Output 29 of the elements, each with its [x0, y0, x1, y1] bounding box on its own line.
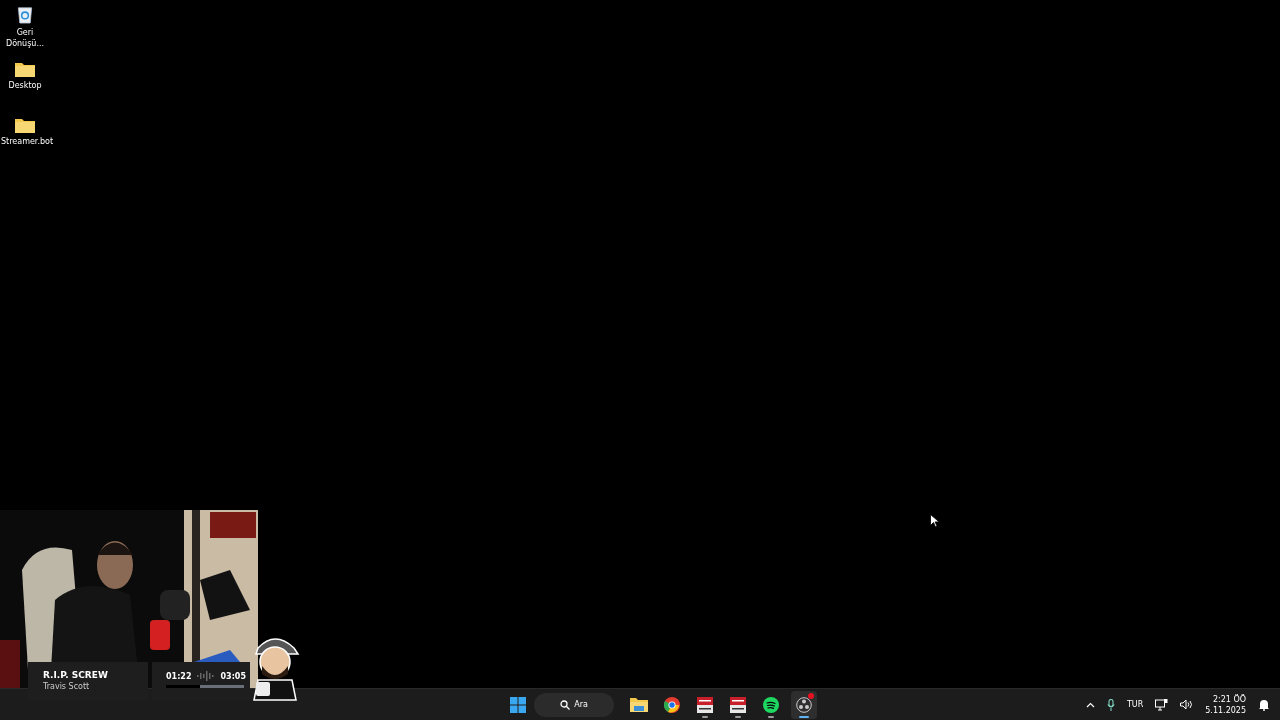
browser-icon — [664, 696, 680, 713]
folder-icon[interactable] — [15, 117, 35, 133]
elapsed-time: 01:22 — [166, 671, 192, 681]
mixer-app-icon — [730, 696, 746, 713]
language-indicator[interactable]: TUR — [1126, 700, 1144, 709]
clock-date[interactable]: 5.11.2025 — [1205, 704, 1246, 716]
duration-time: 03:05 — [220, 671, 246, 681]
mouse-cursor-icon — [930, 514, 939, 528]
chevron-up-icon[interactable] — [1085, 701, 1095, 708]
song-artist: Travis Scott — [43, 682, 91, 691]
folder-icon — [630, 697, 648, 712]
search-button[interactable]: Ara — [534, 692, 614, 717]
folder-icon[interactable] — [15, 61, 35, 77]
mixer-app-icon — [697, 696, 713, 713]
search-icon — [560, 699, 571, 710]
desktop-icon-label[interactable]: Desktop — [1, 80, 49, 91]
volume-icon[interactable] — [1180, 699, 1194, 710]
network-icon[interactable] — [1155, 698, 1169, 711]
desktop-icon-label[interactable]: Geri Dönüşü... — [1, 27, 49, 49]
music-app-icon — [763, 696, 779, 713]
start-icon[interactable] — [510, 696, 526, 713]
notification-bell-icon[interactable] — [1258, 698, 1270, 711]
recycle-bin-icon[interactable] — [17, 5, 33, 24]
recorder-app-icon — [796, 696, 812, 713]
clock-time[interactable]: 2:21 ÖÖ — [1212, 693, 1246, 705]
waveform-icon — [196, 671, 216, 681]
song-title: R.I.P. SCREW — [43, 670, 109, 680]
microphone-icon[interactable] — [1106, 698, 1115, 711]
taskbar-app[interactable] — [791, 690, 817, 719]
